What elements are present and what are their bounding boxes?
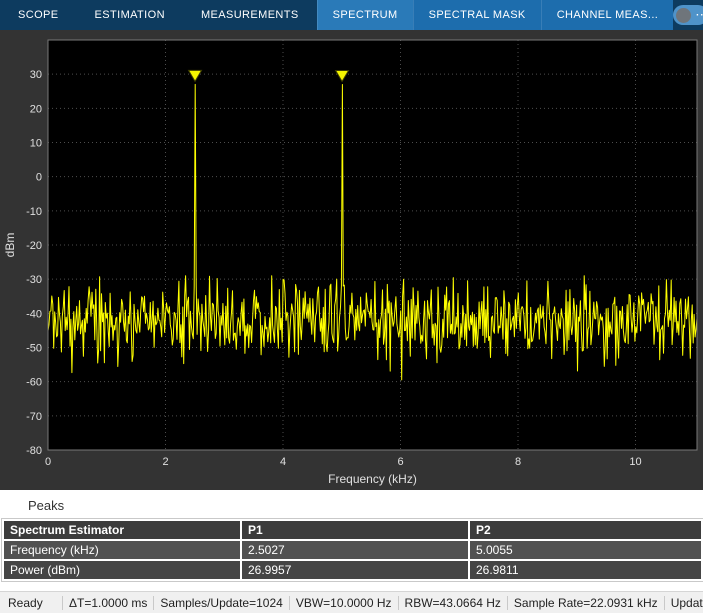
status-update: Update <box>664 596 703 610</box>
toolstrip: SCOPE ESTIMATION MEASUREMENTS SPECTRUM S… <box>0 0 703 30</box>
svg-text:-50: -50 <box>26 343 42 355</box>
status-rbw: RBW=43.0664 Hz <box>398 596 507 610</box>
status-bar: Ready ΔT=1.0000 ms Samples/Update=1024 V… <box>0 591 703 613</box>
svg-text:-40: -40 <box>26 308 42 320</box>
svg-text:8: 8 <box>515 456 521 468</box>
table-row-frequency: Frequency (kHz) 2.5027 5.0055 <box>3 540 702 560</box>
contextual-tab-group: SPECTRUM SPECTRAL MASK CHANNEL MEAS... <box>317 0 674 30</box>
svg-text:0: 0 <box>36 172 42 184</box>
svg-text:10: 10 <box>629 456 641 468</box>
spectrum-analyzer-window: SCOPE ESTIMATION MEASUREMENTS SPECTRUM S… <box>0 0 703 613</box>
tab-measurements[interactable]: MEASUREMENTS <box>183 0 317 30</box>
toolstrip-overflow-button[interactable]: ⋯ <box>673 5 703 25</box>
status-delta-t: ΔT=1.0000 ms <box>62 596 153 610</box>
header-spectrum-estimator: Spectrum Estimator <box>3 520 241 540</box>
svg-text:-10: -10 <box>26 206 42 218</box>
tab-spectral-mask[interactable]: SPECTRAL MASK <box>413 0 541 30</box>
svg-text:-70: -70 <box>26 411 42 423</box>
peaks-panel-title: Peaks <box>0 490 703 519</box>
tab-channel-measurements[interactable]: CHANNEL MEAS... <box>541 0 674 30</box>
tab-spectrum[interactable]: SPECTRUM <box>317 0 413 30</box>
power-p1-value: 26.9957 <box>241 560 469 580</box>
row-label-frequency: Frequency (kHz) <box>3 540 241 560</box>
peaks-panel: Peaks Spectrum Estimator P1 P2 Frequency… <box>0 490 703 591</box>
status-vbw: VBW=10.0000 Hz <box>289 596 398 610</box>
peaks-table-header-row: Spectrum Estimator P1 P2 <box>3 520 702 540</box>
collapse-toolstrip-icon <box>676 8 691 23</box>
svg-text:-30: -30 <box>26 274 42 286</box>
svg-text:6: 6 <box>397 456 403 468</box>
tab-scope[interactable]: SCOPE <box>0 0 77 30</box>
frequency-p2-value: 5.0055 <box>469 540 702 560</box>
status-sample-rate: Sample Rate=22.0931 kHz <box>507 596 664 610</box>
header-p2: P2 <box>469 520 702 540</box>
svg-text:30: 30 <box>30 69 42 81</box>
svg-text:-80: -80 <box>26 445 42 457</box>
status-ready: Ready <box>0 596 62 610</box>
peaks-table: Spectrum Estimator P1 P2 Frequency (kHz)… <box>2 519 703 581</box>
svg-text:20: 20 <box>30 103 42 115</box>
spectrum-display: 0 2 4 6 8 10 30 20 10 0 -10 -20 -30 -40 -50 -60 -70 -80 Fr… <box>0 30 703 490</box>
svg-text:2: 2 <box>162 456 168 468</box>
frequency-p1-value: 2.5027 <box>241 540 469 560</box>
tab-estimation[interactable]: ESTIMATION <box>77 0 183 30</box>
table-row-power: Power (dBm) 26.9957 26.9811 <box>3 560 702 580</box>
svg-text:dBm: dBm <box>3 233 17 258</box>
svg-text:-60: -60 <box>26 377 42 389</box>
header-p1: P1 <box>241 520 469 540</box>
svg-text:-20: -20 <box>26 240 42 252</box>
svg-text:4: 4 <box>280 456 286 468</box>
spectrum-plot[interactable]: 0 2 4 6 8 10 30 20 10 0 -10 -20 -30 -40 -50 -60 -70 -80 Fr… <box>0 30 703 490</box>
svg-text:Frequency (kHz): Frequency (kHz) <box>328 472 417 486</box>
svg-text:10: 10 <box>30 138 42 150</box>
status-samples-per-update: Samples/Update=1024 <box>153 596 288 610</box>
svg-text:0: 0 <box>45 456 51 468</box>
ellipsis-icon: ⋯ <box>695 6 703 24</box>
power-p2-value: 26.9811 <box>469 560 702 580</box>
row-label-power: Power (dBm) <box>3 560 241 580</box>
